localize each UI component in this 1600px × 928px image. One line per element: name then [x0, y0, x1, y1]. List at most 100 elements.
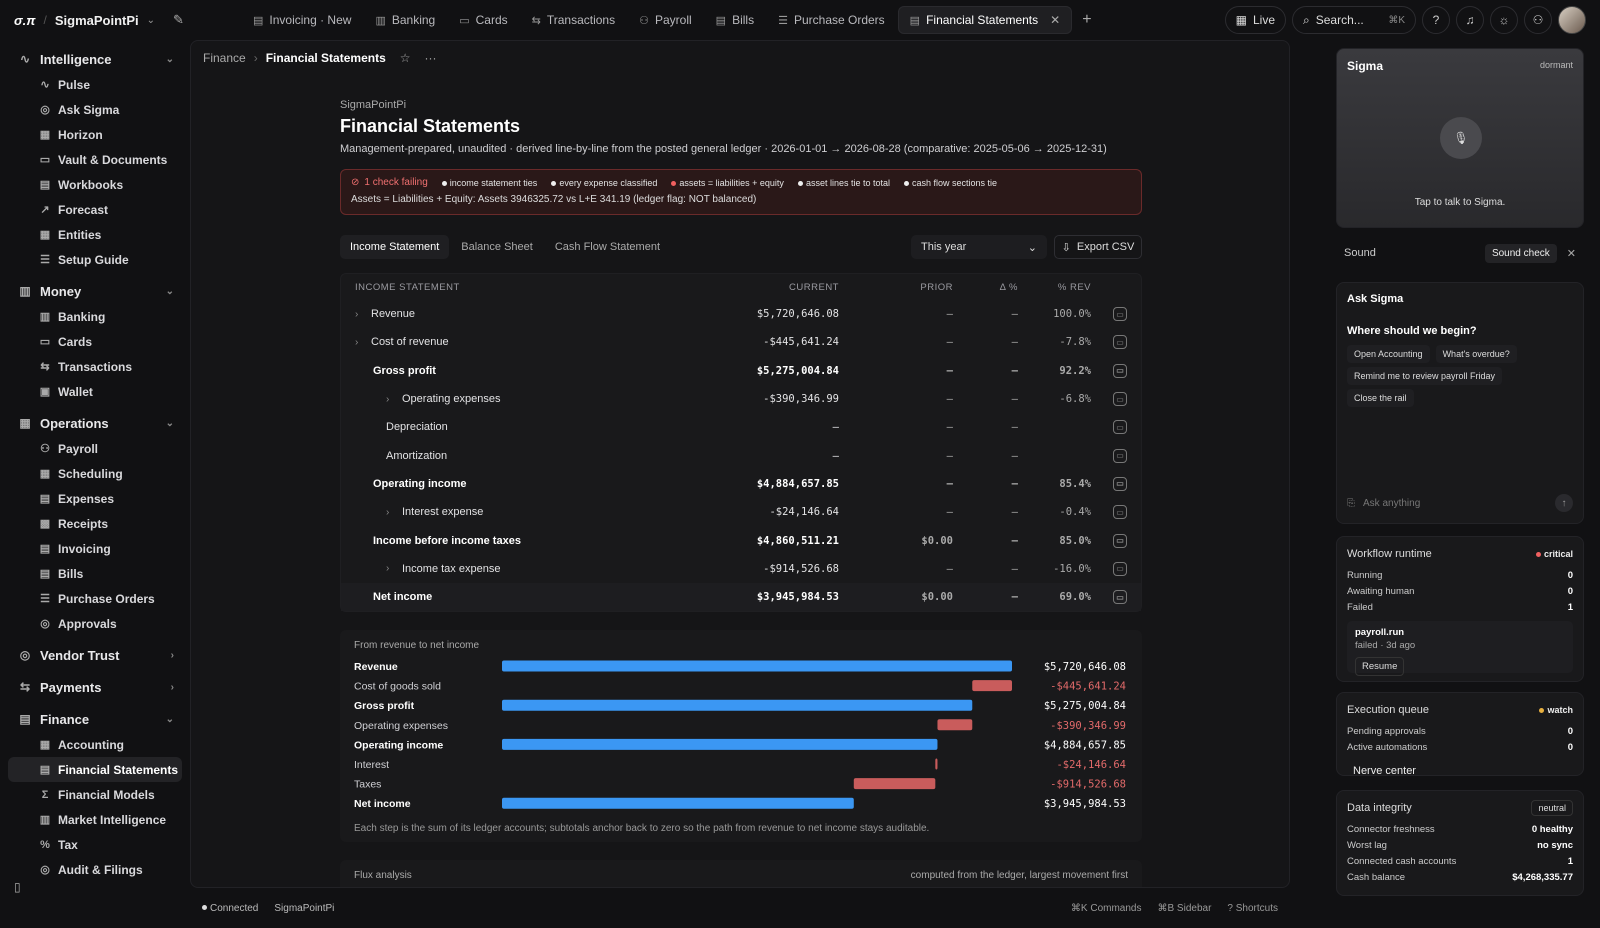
sidebar-group-finance[interactable]: ▤ Finance ⌄: [8, 706, 182, 732]
tab-payroll[interactable]: ⚇ Payroll: [628, 6, 703, 34]
help-icon[interactable]: ?: [1422, 6, 1450, 34]
compose-icon[interactable]: ✎: [173, 12, 184, 28]
comment-icon[interactable]: ▭: [1113, 363, 1127, 378]
breadcrumb-parent[interactable]: Finance: [203, 51, 246, 65]
workspace-switcher[interactable]: σ.π / SigmaPointPi ⌄ ✎: [0, 12, 190, 28]
suggestion-chip[interactable]: Open Accounting: [1347, 345, 1430, 363]
sidebar-item-pulse[interactable]: ∿ Pulse: [8, 72, 182, 97]
comment-icon[interactable]: ▭: [1113, 335, 1127, 350]
table-row[interactable]: › Revenue $5,720,646.08 — — 100.0% ▭: [341, 300, 1141, 328]
table-row[interactable]: Gross profit $5,275,004.84 — — 92.2% ▭: [341, 357, 1141, 385]
microphone-icon[interactable]: 🎙: [1440, 117, 1482, 159]
table-row[interactable]: › Cost of revenue -$445,641.24 — — -7.8% ▭: [341, 328, 1141, 356]
table-row[interactable]: › Income tax expense -$914,526.68 — — -16.0% ▭: [341, 555, 1141, 583]
sidebar-item-invoicing[interactable]: ▤ Invoicing: [8, 536, 182, 561]
sidebar-item-transactions[interactable]: ⇆ Transactions: [8, 354, 182, 379]
tab-purchase-orders[interactable]: ☰ Purchase Orders: [767, 6, 896, 34]
sidebar-group-vendor-trust[interactable]: ◎ Vendor Trust ›: [8, 642, 182, 668]
sidebar-toggle-icon[interactable]: ▯: [14, 880, 21, 894]
table-row[interactable]: › Operating expenses -$390,346.99 — — -6.8% ▭: [341, 385, 1141, 413]
sidebar-item-purchase-orders[interactable]: ☰ Purchase Orders: [8, 586, 182, 611]
bell-icon[interactable]: ♫: [1456, 6, 1484, 34]
sidebar-item-financial-statements[interactable]: ▤ Financial Statements: [8, 757, 182, 782]
chevron-right-icon[interactable]: ›: [355, 309, 365, 320]
sidebar-item-forecast[interactable]: ↗ Forecast: [8, 197, 182, 222]
sidebar-item-market-intelligence[interactable]: ▥ Market Intelligence: [8, 807, 182, 832]
comment-icon[interactable]: ▭: [1113, 476, 1127, 491]
close-tab-icon[interactable]: ✕: [1050, 13, 1060, 27]
sidebar-item-bills[interactable]: ▤ Bills: [8, 561, 182, 586]
period-select[interactable]: This year ⌄: [911, 235, 1047, 259]
sidebar-group-payments[interactable]: ⇆ Payments ›: [8, 674, 182, 700]
tab-income-statement[interactable]: Income Statement: [340, 235, 450, 259]
comment-icon[interactable]: ▭: [1113, 533, 1127, 548]
sidebar-item-expenses[interactable]: ▤ Expenses: [8, 486, 182, 511]
sound-check-button[interactable]: Sound check: [1484, 243, 1557, 263]
sigma-voice-card[interactable]: Sigma dormant 🎙 Tap to talk to Sigma.: [1336, 48, 1584, 228]
sidebar-item-approvals[interactable]: ◎ Approvals: [8, 611, 182, 636]
chevron-right-icon[interactable]: ›: [386, 394, 396, 405]
sidebar-group-intelligence[interactable]: ∿ Intelligence ⌄: [8, 46, 182, 72]
table-row[interactable]: Depreciation — — — ▭: [341, 413, 1141, 441]
suggestion-chip[interactable]: Remind me to review payroll Friday: [1347, 367, 1503, 385]
sidebar-item-receipts[interactable]: ▩ Receipts: [8, 511, 182, 536]
tab-bills[interactable]: ▤ Bills: [705, 6, 765, 34]
comment-icon[interactable]: ▭: [1113, 448, 1127, 463]
comment-icon[interactable]: ▭: [1113, 590, 1127, 605]
table-row[interactable]: Amortization — — — ▭: [341, 441, 1141, 469]
sidebar-item-horizon[interactable]: ▦ Horizon: [8, 122, 182, 147]
table-row[interactable]: › Interest expense -$24,146.64 — — -0.4% ▭: [341, 498, 1141, 526]
comment-icon[interactable]: ▭: [1113, 392, 1127, 407]
live-button[interactable]: ▦ Live: [1224, 6, 1286, 34]
more-icon[interactable]: ···: [425, 51, 437, 65]
table-row[interactable]: Net income $3,945,984.53 $0.00 — 69.0% ▭: [341, 582, 1141, 612]
table-row[interactable]: Operating income $4,884,657.85 — — 85.4% ▭: [341, 470, 1141, 498]
search-input[interactable]: ⌕ Search... ⌘K: [1292, 6, 1416, 34]
tab-transactions[interactable]: ⇆ Transactions: [521, 6, 626, 34]
sidebar-item-setup-guide[interactable]: ☰ Setup Guide: [8, 247, 182, 272]
sidebar-item-audit-filings[interactable]: ◎ Audit & Filings: [8, 857, 182, 882]
suggestion-chip[interactable]: What's overdue?: [1435, 345, 1517, 363]
comment-icon[interactable]: ▭: [1113, 561, 1127, 576]
sidebar-item-entities[interactable]: ▦ Entities: [8, 222, 182, 247]
tab-financial-statements[interactable]: ▤ Financial Statements ✕: [897, 6, 1073, 34]
comment-icon[interactable]: ▭: [1113, 307, 1127, 322]
tab-invoicing-new[interactable]: ▤ Invoicing · New: [242, 6, 362, 34]
sidebar-group-operations[interactable]: ▦ Operations ⌄: [8, 410, 182, 436]
sidebar-item-financial-models[interactable]: Σ Financial Models: [8, 782, 182, 807]
export-csv-button[interactable]: ⇩ Export CSV: [1054, 235, 1142, 259]
chevron-right-icon[interactable]: ›: [355, 337, 365, 348]
paperclip-icon[interactable]: ⎘: [1347, 498, 1355, 509]
sidebar-item-accounting[interactable]: ▦ Accounting: [8, 732, 182, 757]
theme-icon[interactable]: ☼: [1490, 6, 1518, 34]
tab-banking[interactable]: ▥ Banking: [364, 6, 446, 34]
comment-icon[interactable]: ▭: [1113, 505, 1127, 520]
chevron-right-icon[interactable]: ›: [386, 563, 396, 574]
sidebar-item-workbooks[interactable]: ▤ Workbooks: [8, 172, 182, 197]
sidebar-item-banking[interactable]: ▥ Banking: [8, 304, 182, 329]
sidebar-item-cards[interactable]: ▭ Cards: [8, 329, 182, 354]
table-row[interactable]: Income before income taxes $4,860,511.21 $…: [341, 526, 1141, 554]
sidebar-item-wallet[interactable]: ▣ Wallet: [8, 379, 182, 404]
sidebar-item-payroll[interactable]: ⚇ Payroll: [8, 436, 182, 461]
resume-button[interactable]: Resume: [1355, 657, 1405, 676]
close-icon[interactable]: ✕: [1567, 247, 1576, 260]
sidebar-item-scheduling[interactable]: ▦ Scheduling: [8, 461, 182, 486]
sidebar-group-money[interactable]: ▥ Money ⌄: [8, 278, 182, 304]
commands-shortcut[interactable]: ⌘K Commands: [1071, 903, 1142, 914]
users-icon[interactable]: ⚇: [1524, 6, 1552, 34]
avatar[interactable]: [1558, 6, 1586, 34]
suggestion-chip[interactable]: Close the rail: [1347, 389, 1414, 407]
shortcuts-link[interactable]: ? Shortcuts: [1227, 903, 1278, 914]
tab-cards[interactable]: ▭ Cards: [448, 6, 518, 34]
send-icon[interactable]: ↑: [1555, 494, 1573, 512]
comment-icon[interactable]: ▭: [1113, 420, 1127, 435]
tab-cash-flow-statement[interactable]: Cash Flow Statement: [545, 235, 670, 259]
star-icon[interactable]: ☆: [400, 51, 411, 65]
sidebar-item-ask-sigma[interactable]: ◎ Ask Sigma: [8, 97, 182, 122]
chevron-right-icon[interactable]: ›: [386, 507, 396, 518]
ask-input[interactable]: ⎘ Ask anything ↑: [1347, 491, 1573, 515]
sidebar-shortcut[interactable]: ⌘B Sidebar: [1157, 903, 1211, 914]
tab-balance-sheet[interactable]: Balance Sheet: [451, 235, 543, 259]
sidebar-item-vault-documents[interactable]: ▭ Vault & Documents: [8, 147, 182, 172]
